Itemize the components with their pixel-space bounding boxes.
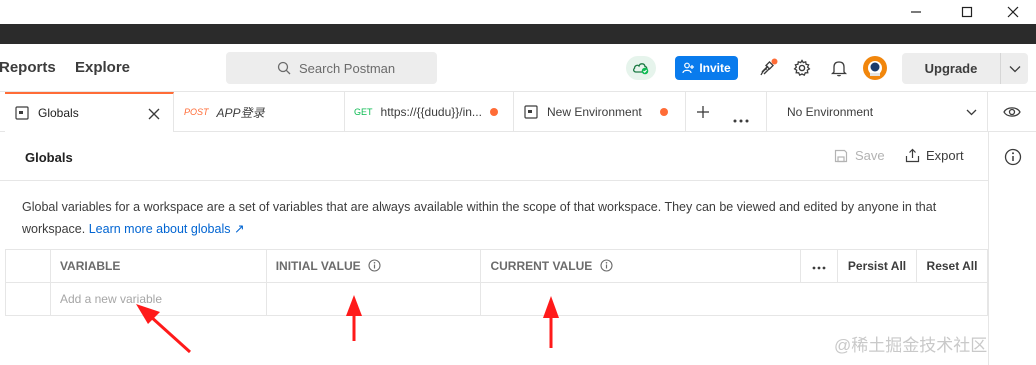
new-tab-button[interactable] — [696, 105, 710, 124]
gear-icon — [793, 59, 811, 76]
tab-label: Globals — [38, 106, 79, 120]
maximize-button[interactable] — [944, 0, 990, 24]
invite-button[interactable]: Invite — [675, 56, 738, 80]
export-icon — [905, 148, 920, 163]
environment-quick-look-button[interactable] — [1003, 105, 1021, 124]
current-value-input[interactable] — [480, 282, 988, 316]
search-icon — [277, 61, 291, 75]
chevron-down-icon — [1009, 65, 1020, 72]
save-label: Save — [855, 148, 885, 163]
minimize-button[interactable] — [893, 0, 939, 24]
info-button[interactable] — [1004, 148, 1022, 171]
invite-label: Invite — [699, 61, 731, 75]
column-header-initial-value: INITIAL VALUE — [265, 249, 482, 283]
avatar[interactable] — [863, 56, 887, 80]
tab-post-app-login[interactable]: POST APP登录 — [174, 92, 345, 132]
close-icon — [1007, 6, 1019, 18]
info-icon[interactable] — [600, 259, 613, 272]
satellite-icon — [760, 58, 778, 76]
table-header-row: VARIABLE INITIAL VALUE CURRENT VALUE Per… — [5, 249, 989, 283]
bulk-options-button[interactable] — [800, 249, 839, 283]
variables-table: VARIABLE INITIAL VALUE CURRENT VALUE Per… — [5, 249, 989, 316]
upgrade-dropdown[interactable] — [1001, 53, 1028, 84]
watermark: @稀土掘金技术社区 — [834, 336, 988, 355]
row-checkbox-cell — [5, 282, 51, 316]
upgrade-label: Upgrade — [902, 53, 1001, 84]
tab-bar: Globals POST APP登录 GET https://{{dudu}}/… — [0, 92, 1036, 132]
nav-explore[interactable]: Explore — [75, 59, 130, 76]
tab-get-request[interactable]: GET https://{{dudu}}/in... — [345, 92, 514, 132]
tab-label: New Environment — [547, 105, 642, 119]
export-button[interactable]: Export — [905, 148, 964, 163]
right-sidebar — [988, 132, 1036, 365]
table-row: Add a new variable — [5, 282, 988, 316]
tab-globals[interactable]: Globals — [5, 92, 174, 132]
initial-value-label: INITIAL VALUE — [275, 259, 361, 273]
page-title: Globals — [25, 150, 73, 165]
tab-label: https://{{dudu}}/in... — [380, 105, 482, 119]
upgrade-button[interactable]: Upgrade — [902, 53, 1028, 84]
more-icon — [733, 119, 749, 123]
column-header-current-value: CURRENT VALUE — [480, 249, 802, 283]
maximize-icon — [961, 6, 973, 18]
new-variable-input[interactable]: Add a new variable — [49, 282, 267, 316]
notifications-button[interactable] — [828, 57, 850, 79]
settings-button[interactable] — [791, 57, 813, 79]
info-icon — [1004, 148, 1022, 166]
reset-all-button[interactable]: Reset All — [915, 249, 989, 283]
more-icon — [812, 266, 826, 270]
close-icon[interactable] — [148, 108, 160, 120]
learn-more-link[interactable]: Learn more about globals ↗ — [89, 222, 245, 236]
cloud-synced-icon — [633, 63, 649, 75]
eye-icon — [1003, 107, 1021, 117]
chevron-down-icon — [966, 109, 977, 116]
method-badge: GET — [354, 107, 373, 117]
initial-value-input[interactable] — [265, 282, 482, 316]
app-header: Reports Explore Search Postman Invite Up… — [0, 44, 1036, 92]
globals-description: Global variables for a workspace are a s… — [0, 180, 988, 250]
environment-icon — [15, 106, 29, 120]
sync-status-badge[interactable] — [626, 56, 656, 80]
persist-all-button[interactable]: Persist All — [837, 249, 917, 283]
add-user-icon — [682, 62, 695, 74]
save-button[interactable]: Save — [834, 148, 885, 163]
current-value-label: CURRENT VALUE — [490, 259, 593, 273]
unsaved-dot — [660, 108, 668, 116]
unsaved-dot — [490, 108, 498, 116]
minimize-icon — [911, 11, 921, 13]
column-header-variable: VARIABLE — [49, 249, 267, 283]
tab-label: APP登录 — [216, 105, 265, 120]
menu-strip — [0, 24, 1036, 44]
close-window-button[interactable] — [990, 0, 1036, 24]
method-badge: POST — [184, 107, 209, 117]
satellite-button[interactable] — [757, 57, 779, 79]
checkbox-column-header — [5, 249, 51, 283]
environment-icon — [524, 105, 538, 119]
save-icon — [834, 149, 848, 162]
export-label: Export — [926, 148, 964, 163]
search-input[interactable]: Search Postman — [226, 52, 437, 84]
environment-selector[interactable]: No Environment — [766, 92, 988, 132]
info-icon[interactable] — [368, 259, 381, 272]
plus-icon — [697, 106, 709, 118]
environment-selected: No Environment — [787, 105, 874, 119]
nav-reports[interactable]: Reports — [0, 59, 56, 76]
search-placeholder: Search Postman — [299, 60, 396, 76]
tab-new-environment[interactable]: New Environment — [514, 92, 686, 132]
tab-options-button[interactable] — [733, 110, 749, 128]
astronaut-avatar-icon — [868, 61, 882, 76]
bell-icon — [831, 61, 847, 77]
window-titlebar — [0, 0, 1036, 24]
